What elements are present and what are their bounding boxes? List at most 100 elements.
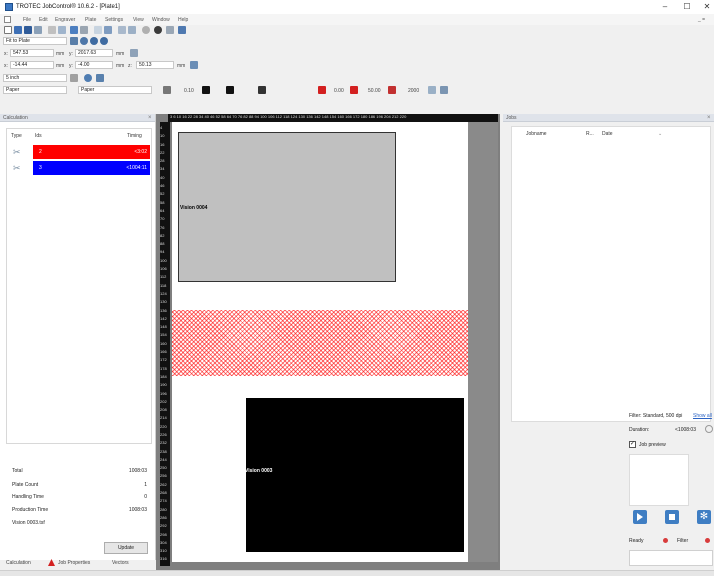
job-vision-0003-label: Vision 0003: [245, 468, 273, 474]
z-field[interactable]: 50.13: [136, 61, 174, 69]
left-ruler-tick: 202: [160, 398, 167, 404]
scissors-icon: ✂: [13, 147, 21, 157]
v-red-icon[interactable]: [350, 86, 358, 94]
maximize-button[interactable]: ☐: [676, 1, 698, 13]
menu-plate[interactable]: Plate: [85, 17, 96, 23]
menu-view[interactable]: View: [133, 17, 144, 23]
connect-icon[interactable]: [178, 26, 186, 34]
calc-row-id: 3: [39, 165, 42, 171]
hatch-icon[interactable]: [163, 86, 171, 94]
jobs-list[interactable]: Jobname R... Date ⌄: [511, 126, 711, 422]
paste-icon[interactable]: [80, 26, 88, 34]
move-icon[interactable]: [104, 26, 112, 34]
menu-help[interactable]: Help: [178, 17, 188, 23]
tab-vectors[interactable]: Vectors: [112, 560, 129, 566]
left-ruler-tick: 82: [160, 232, 165, 238]
menu-engraver[interactable]: Engraver: [55, 17, 75, 23]
dropdown-arrow-icon[interactable]: [70, 37, 78, 45]
settings-icon[interactable]: [70, 26, 78, 34]
left-ruler-tick: 178: [160, 365, 167, 371]
v-mode-icon[interactable]: [226, 86, 234, 94]
menu-window[interactable]: Window: [152, 17, 170, 23]
zoom-icon[interactable]: [80, 37, 88, 45]
y2-field[interactable]: -4.00: [75, 61, 113, 69]
y2-label: y:: [69, 63, 73, 69]
stop-job-button[interactable]: [665, 510, 679, 524]
zoom-select[interactable]: Fit to Plate: [3, 37, 67, 45]
calculation-close-button[interactable]: ×: [148, 115, 152, 121]
calc-row[interactable]: ✂ 2 <3:02: [9, 145, 150, 159]
material-select[interactable]: Paper: [78, 86, 152, 94]
zoom-in-icon[interactable]: [90, 37, 98, 45]
x-field[interactable]: 547.53: [10, 49, 54, 57]
ppi-red-icon[interactable]: [388, 86, 396, 94]
col-r[interactable]: R...: [586, 131, 594, 137]
zoom-out-icon[interactable]: [100, 37, 108, 45]
fit-icon[interactable]: [128, 26, 136, 34]
job-preview-checkbox[interactable]: ✓: [629, 441, 636, 448]
tab-calculation[interactable]: Calculation: [6, 560, 31, 566]
minimize-button[interactable]: –: [654, 1, 676, 13]
measure-icon[interactable]: [96, 74, 104, 82]
red-hatched-area[interactable]: [172, 310, 470, 376]
passes-icon[interactable]: [428, 86, 436, 94]
left-ruler-tick: 154: [160, 332, 167, 338]
cut-icon[interactable]: [48, 26, 56, 34]
left-ruler-tick: 280: [160, 506, 167, 512]
y-field[interactable]: 2017.63: [75, 49, 113, 57]
total-label: Total: [12, 468, 23, 474]
col-jobname[interactable]: Jobname: [526, 131, 547, 137]
print-icon[interactable]: [34, 26, 42, 34]
origin-icon[interactable]: [130, 49, 138, 57]
lens-settings-icon[interactable]: [84, 74, 92, 82]
x2-field[interactable]: -14.44: [10, 61, 54, 69]
stop-icon: [669, 514, 675, 520]
menu-edit[interactable]: Edit: [39, 17, 48, 23]
menu-file[interactable]: File: [23, 17, 31, 23]
open-icon[interactable]: [14, 26, 22, 34]
lens-dropdown-icon[interactable]: [70, 74, 78, 82]
start-job-button[interactable]: [633, 510, 647, 524]
main-toolbar: [0, 25, 714, 35]
sort-arrow-icon: ⌄: [658, 131, 663, 137]
air-assist-icon[interactable]: [440, 86, 448, 94]
show-all-link[interactable]: Show all: [693, 413, 712, 419]
col-date[interactable]: Date: [602, 131, 613, 137]
calc-row-id: 2: [39, 149, 42, 155]
calculation-panel: Calculation × Type Ids Timing ✂ 2 <3:02 …: [0, 114, 156, 560]
mdi-controls[interactable]: _ =: [698, 17, 705, 23]
update-button[interactable]: Update: [104, 542, 148, 554]
jobs-close-button[interactable]: ×: [707, 115, 711, 121]
col-type: Type: [11, 133, 22, 139]
plate-canvas[interactable]: Vision 0004 Vision 0003: [172, 122, 490, 562]
new-icon[interactable]: [4, 26, 12, 34]
job-vision-0003[interactable]: Vision 0003: [245, 398, 464, 552]
fan-button[interactable]: ✻: [697, 510, 711, 524]
autofocus-icon[interactable]: [190, 61, 198, 69]
dropdown-icon[interactable]: [166, 26, 174, 34]
jobs-panel: Jobs × Jobname R... Date ⌄ Filter: Stand…: [503, 114, 714, 576]
p-mode-icon[interactable]: [202, 86, 210, 94]
refresh-duration-icon[interactable]: [705, 425, 713, 433]
left-ruler-tick: 292: [160, 523, 167, 529]
copy-icon[interactable]: [58, 26, 66, 34]
laser-icon[interactable]: [154, 26, 162, 34]
x2-unit: mm: [56, 63, 65, 69]
refresh-icon[interactable]: [142, 26, 150, 34]
tab-job-properties[interactable]: Job Properties: [58, 560, 90, 566]
save-icon[interactable]: [24, 26, 32, 34]
lens-select[interactable]: 5 inch: [3, 74, 67, 82]
filter-status-icon: [705, 538, 710, 543]
material-category-select[interactable]: Paper: [3, 86, 67, 94]
menu-settings[interactable]: Settings: [105, 17, 123, 23]
position-icon[interactable]: [118, 26, 126, 34]
left-ruler-tick: 256: [160, 473, 167, 479]
status-bar: [0, 570, 714, 576]
p-red-icon[interactable]: [318, 86, 326, 94]
ppi-mode-icon[interactable]: [258, 86, 266, 94]
job-vision-0004[interactable]: Vision 0004: [178, 132, 396, 282]
close-button[interactable]: ✕: [696, 1, 714, 13]
plate-icon[interactable]: [94, 26, 102, 34]
calc-row[interactable]: ✂ 3 <1004:11: [9, 161, 150, 175]
fan-icon: ✻: [699, 511, 709, 522]
